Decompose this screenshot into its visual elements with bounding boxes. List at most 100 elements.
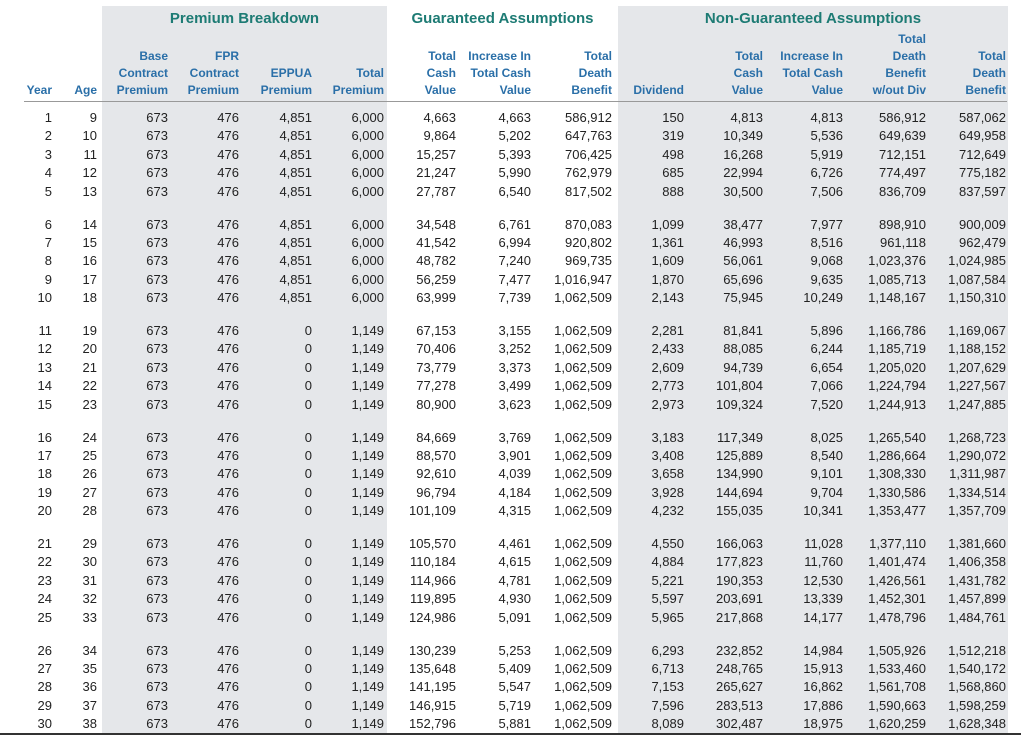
table-row: 20 28 673 476 0 1,149 101,109 4,315 1,062,509 4,2… — [0, 502, 1021, 520]
cell-ng_inc: 8,516 — [810, 234, 843, 250]
cell-eppua: 0 — [304, 572, 312, 588]
cell-g_inc: 7,477 — [498, 271, 531, 287]
cell-dividend: 2,433 — [651, 341, 684, 357]
cell-g_tcv: 105,570 — [409, 536, 456, 551]
cell-ng_tdb_wo: 1,478,796 — [868, 609, 926, 625]
cell-age: 28 — [82, 503, 97, 519]
cell-ng_inc: 6,654 — [810, 359, 843, 375]
cell-base: 673 — [146, 271, 168, 287]
cell-age: 36 — [82, 679, 97, 695]
col-header-dividend-line-0: Dividend — [633, 83, 684, 97]
table-row: 17 25 673 476 0 1,149 88,570 3,901 1,062,509 3,40… — [0, 447, 1021, 465]
cell-eppua: 4,851 — [279, 165, 312, 181]
cell-ng_tdb: 1,598,259 — [948, 697, 1006, 713]
col-header-ng_tdb-line-1: Death — [972, 66, 1006, 80]
table-row: 28 36 673 476 0 1,149 141,195 5,547 1,062,509 7,1… — [0, 678, 1021, 696]
cell-year: 21 — [37, 536, 52, 551]
cell-year: 25 — [37, 609, 52, 625]
cell-age: 32 — [82, 591, 97, 607]
col-header-g_inc-line-2: Value — [499, 83, 531, 97]
cell-ng_inc: 10,249 — [803, 290, 843, 306]
cell-eppua: 0 — [304, 503, 312, 519]
cell-g_inc: 4,615 — [498, 554, 531, 570]
cell-total_premium: 6,000 — [351, 165, 384, 181]
cell-year: 20 — [37, 503, 52, 519]
cell-total_premium: 6,000 — [351, 253, 384, 269]
cell-eppua: 0 — [304, 466, 312, 482]
table-row: 13 21 673 476 0 1,149 73,779 3,373 1,062,509 2,60… — [0, 359, 1021, 377]
cell-g_tcv: 96,794 — [416, 484, 456, 500]
cell-g_tcv: 70,406 — [416, 341, 456, 357]
cell-ng_inc: 14,984 — [803, 642, 843, 658]
cell-g_inc: 3,252 — [498, 341, 531, 357]
cell-ng_tdb: 1,188,152 — [948, 341, 1006, 357]
cell-total_premium: 1,149 — [351, 447, 384, 463]
cell-fpr: 476 — [217, 591, 239, 607]
col-header-g_tdb-line-0: Total — [584, 49, 612, 63]
cell-ng_tcv: 22,994 — [723, 165, 763, 181]
cell-age: 25 — [82, 447, 97, 463]
cell-age: 26 — [82, 466, 97, 482]
cell-ng_tdb: 1,169,067 — [948, 323, 1006, 338]
cell-total_premium: 1,149 — [351, 323, 384, 338]
cell-base: 673 — [146, 536, 168, 551]
row-group: 11 19 673 476 0 1,149 67,153 3,155 1,062,509 2,28… — [0, 322, 1021, 414]
cell-g_inc: 7,739 — [498, 290, 531, 306]
cell-g_tcv: 130,239 — [409, 642, 456, 658]
cell-g_tcv: 80,900 — [416, 396, 456, 412]
header-rule — [24, 101, 1007, 102]
cell-base: 673 — [146, 642, 168, 658]
col-header-eppua-line-1: Premium — [260, 83, 312, 97]
cell-age: 17 — [82, 271, 97, 287]
cell-fpr: 476 — [217, 216, 239, 232]
cell-age: 20 — [82, 341, 97, 357]
cell-ng_tcv: 155,035 — [716, 503, 763, 519]
cell-ng_tcv: 65,696 — [723, 271, 763, 287]
cell-ng_tdb: 1,024,985 — [948, 253, 1006, 269]
cell-year: 12 — [37, 341, 52, 357]
cell-base: 673 — [146, 165, 168, 181]
cell-year: 19 — [37, 484, 52, 500]
cell-ng_tdb_wo: 1,401,474 — [868, 554, 926, 570]
cell-dividend: 4,884 — [651, 554, 684, 570]
cell-ng_tdb: 1,406,358 — [948, 554, 1006, 570]
col-header-ng_tdb_wo-line-0: Total — [898, 32, 926, 46]
cell-year: 16 — [37, 429, 52, 445]
cell-dividend: 4,550 — [651, 536, 684, 551]
cell-g_inc: 3,499 — [498, 378, 531, 394]
cell-g_tdb: 706,425 — [565, 146, 612, 162]
cell-ng_tdb_wo: 1,286,664 — [868, 447, 926, 463]
cell-ng_tdb: 1,457,899 — [948, 591, 1006, 607]
cell-base: 673 — [146, 503, 168, 519]
cell-ng_tcv: 302,487 — [716, 716, 763, 732]
cell-ng_tdb: 1,381,660 — [948, 536, 1006, 551]
cell-g_inc: 5,409 — [498, 660, 531, 676]
cell-g_tdb: 1,062,509 — [554, 716, 612, 732]
cell-fpr: 476 — [217, 359, 239, 375]
cell-dividend: 5,221 — [651, 572, 684, 588]
cell-base: 673 — [146, 572, 168, 588]
cell-age: 24 — [82, 429, 97, 445]
cell-ng_tdb: 1,290,072 — [948, 447, 1006, 463]
cell-total_premium: 6,000 — [351, 146, 384, 162]
cell-base: 673 — [146, 554, 168, 570]
cell-g_inc: 3,769 — [498, 429, 531, 445]
cell-eppua: 0 — [304, 396, 312, 412]
cell-eppua: 0 — [304, 697, 312, 713]
col-header-ng_tcv-line-1: Cash — [733, 66, 763, 80]
cell-g_tdb: 1,016,947 — [554, 271, 612, 287]
cell-base: 673 — [146, 290, 168, 306]
cell-year: 28 — [37, 679, 52, 695]
cell-g_tdb: 1,062,509 — [554, 554, 612, 570]
cell-eppua: 4,851 — [279, 234, 312, 250]
cell-g_tcv: 84,669 — [416, 429, 456, 445]
cell-g_tdb: 1,062,509 — [554, 642, 612, 658]
table-row: 15 23 673 476 0 1,149 80,900 3,623 1,062,509 2,97… — [0, 396, 1021, 414]
cell-ng_tdb: 1,431,782 — [948, 572, 1006, 588]
cell-dividend: 1,099 — [651, 216, 684, 232]
cell-g_tcv: 141,195 — [409, 679, 456, 695]
cell-eppua: 0 — [304, 378, 312, 394]
cell-dividend: 8,089 — [651, 716, 684, 732]
cell-total_premium: 1,149 — [351, 503, 384, 519]
cell-g_tdb: 1,062,509 — [554, 429, 612, 445]
